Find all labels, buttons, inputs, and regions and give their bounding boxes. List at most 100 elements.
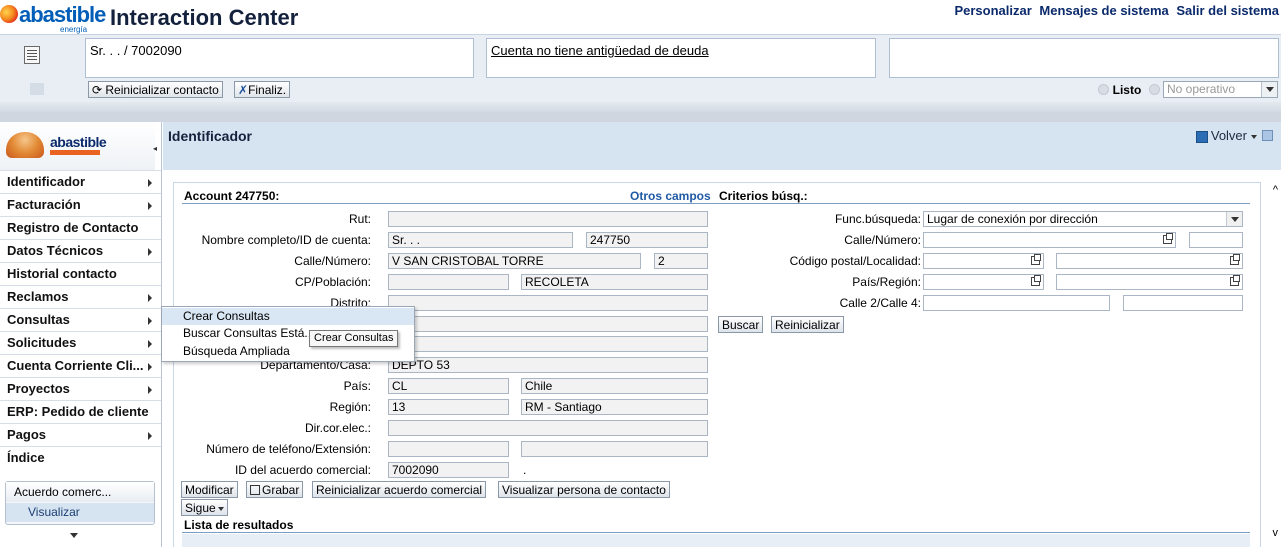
nav-item-índice[interactable]: Índice <box>0 446 161 468</box>
volver-button[interactable]: Volver <box>1195 128 1257 143</box>
nav-item-datos-técnicos[interactable]: Datos Técnicos <box>0 239 161 261</box>
chevron-right-icon <box>148 386 152 394</box>
value-help-icon[interactable] <box>1031 254 1041 265</box>
nav-item-pagos[interactable]: Pagos <box>0 423 161 445</box>
finalizar-label: Finaliz. <box>248 83 287 97</box>
nav-item-proyectos[interactable]: Proyectos <box>0 377 161 399</box>
chevron-right-icon <box>148 363 152 371</box>
func-busqueda-label: Func.búsqueda: <box>834 212 921 226</box>
chevron-down-icon[interactable] <box>1251 134 1257 139</box>
no-operativo-radio[interactable] <box>1148 84 1160 95</box>
reinicializar-contacto-label: Reinicializar contacto <box>105 83 219 97</box>
page-header: Identificador Volver <box>163 122 1281 170</box>
sigue-button[interactable]: Sigue <box>181 499 228 516</box>
search-calle2-input[interactable] <box>923 295 1110 311</box>
nav-item-label: Reclamos <box>7 289 69 304</box>
acuerdo-comercial-title[interactable]: Acuerdo comerc... <box>6 482 154 502</box>
search-cp-label: Código postal/Localidad: <box>789 254 921 268</box>
reinicializar-acuerdo-button[interactable]: Reinicializar acuerdo comercial <box>312 481 487 498</box>
app-root: abastible energía limpia Interaction Cen… <box>0 0 1281 547</box>
search-calle-input[interactable] <box>923 232 1176 248</box>
nav-item-solicitudes[interactable]: Solicitudes <box>0 331 161 353</box>
nav-item-erp-pedido-de-cliente[interactable]: ERP: Pedido de cliente <box>0 400 161 422</box>
region-label: Región: <box>329 400 371 414</box>
nav-item-label: Historial contacto <box>7 266 117 281</box>
app-title: Interaction Center <box>110 5 299 30</box>
distrito-field <box>388 295 708 311</box>
modificar-button[interactable]: Modificar <box>181 481 238 498</box>
personalizar-link[interactable]: Personalizar <box>954 3 1031 18</box>
region-field: RM - Santiago <box>521 399 708 415</box>
telefono-ext-field <box>521 441 708 457</box>
mensajes-sistema-link[interactable]: Mensajes de sistema <box>1039 3 1168 18</box>
nav-item-cuenta-corriente-cli[interactable]: Cuenta Corriente Cli... <box>0 354 161 376</box>
search-pais-label: País/Región: <box>852 275 921 289</box>
nav-item-label: Pagos <box>7 427 47 442</box>
notepad-icon[interactable] <box>24 46 40 64</box>
grabar-label: Grabar <box>262 483 300 497</box>
nav-item-registro-de-contacto[interactable]: Registro de Contacto <box>0 216 161 238</box>
chevron-down-icon[interactable] <box>1261 82 1277 97</box>
value-help-icon[interactable] <box>1230 254 1240 265</box>
reinicializar-contacto-button[interactable]: ⟳ Reinicializar contacto <box>88 81 223 98</box>
otros-campos-link[interactable]: Otros campos <box>630 189 711 203</box>
rut-field <box>388 211 708 227</box>
separator-bar <box>0 102 1281 112</box>
refresh-icon: ⟳ <box>92 83 106 97</box>
app-header: abastible energía limpia Interaction Cen… <box>0 0 1281 43</box>
nav-item-facturación[interactable]: Facturación <box>0 193 161 215</box>
menu-item-crear-consultas[interactable]: Crear Consultas <box>162 308 414 325</box>
search-localidad-input[interactable] <box>1056 253 1243 269</box>
listo-radio[interactable] <box>1098 84 1110 95</box>
nav-item-consultas[interactable]: Consultas <box>0 308 161 330</box>
search-region-input[interactable] <box>1056 274 1243 290</box>
nav-item-label: Datos Técnicos <box>7 243 104 258</box>
nav-item-identificador[interactable]: Identificador <box>0 170 161 192</box>
volver-label: Volver <box>1210 128 1247 143</box>
chevron-down-icon[interactable] <box>70 533 78 538</box>
chevron-down-icon[interactable] <box>1226 212 1242 226</box>
debt-message-box[interactable]: Cuenta no tiene antigüedad de deuda <box>486 38 876 78</box>
region-code-field: 13 <box>388 399 509 415</box>
nav-item-historial-contacto[interactable]: Historial contacto <box>0 262 161 284</box>
grabar-button[interactable]: Grabar <box>246 481 304 498</box>
value-help-icon[interactable] <box>1230 275 1240 286</box>
visualizar-link[interactable]: Visualizar <box>6 503 154 522</box>
pais-field: Chile <box>521 378 708 394</box>
salir-link[interactable]: Salir del sistema <box>1176 3 1279 18</box>
value-help-icon[interactable] <box>1031 275 1041 286</box>
divider <box>182 203 1250 204</box>
value-help-icon[interactable] <box>1163 233 1173 244</box>
lista-resultados-title: Lista de resultados <box>184 518 294 532</box>
chevron-right-icon <box>148 317 152 325</box>
finalizar-button[interactable]: ✗Finaliz. <box>234 81 291 98</box>
poblacion-field: RECOLETA <box>521 274 708 290</box>
nombre-field: Sr. . . <box>388 232 573 248</box>
help-icon[interactable] <box>1262 130 1273 141</box>
chevron-right-icon <box>148 432 152 440</box>
func-busqueda-select[interactable]: Lugar de conexión por dirección <box>923 211 1243 227</box>
results-table-header <box>182 534 1250 547</box>
context-area: Sr. . . / 7002090 Cuenta no tiene antigü… <box>0 34 1281 102</box>
nav-item-reclamos[interactable]: Reclamos <box>0 285 161 307</box>
scroll-down-icon[interactable]: v <box>1273 527 1279 539</box>
status-select[interactable]: No operativo <box>1163 81 1278 98</box>
search-cp-input[interactable] <box>923 253 1044 269</box>
vertical-scrollbar[interactable]: ^ v <box>1267 182 1281 547</box>
chevron-right-icon <box>148 294 152 302</box>
blank-icon <box>30 83 44 95</box>
status-area: Listo No operativo <box>1098 81 1278 99</box>
search-numero-input[interactable] <box>1189 232 1243 248</box>
scroll-up-icon[interactable]: ^ <box>1273 184 1278 196</box>
visualizar-persona-button[interactable]: Visualizar persona de contacto <box>498 481 670 498</box>
search-calle4-input[interactable] <box>1123 295 1243 311</box>
calle-field: V SAN CRISTOBAL TORRE <box>388 253 641 269</box>
end-call-icon: ✗ <box>238 83 249 97</box>
pais-label: País: <box>343 379 371 393</box>
buscar-button[interactable]: Buscar <box>718 316 764 333</box>
nav-item-label: Índice <box>7 450 45 465</box>
reinicializar-search-button[interactable]: Reinicializar <box>771 316 844 333</box>
collapse-icon[interactable]: ◂ <box>153 144 161 153</box>
search-pais-input[interactable] <box>923 274 1044 290</box>
chevron-right-icon <box>148 202 152 210</box>
